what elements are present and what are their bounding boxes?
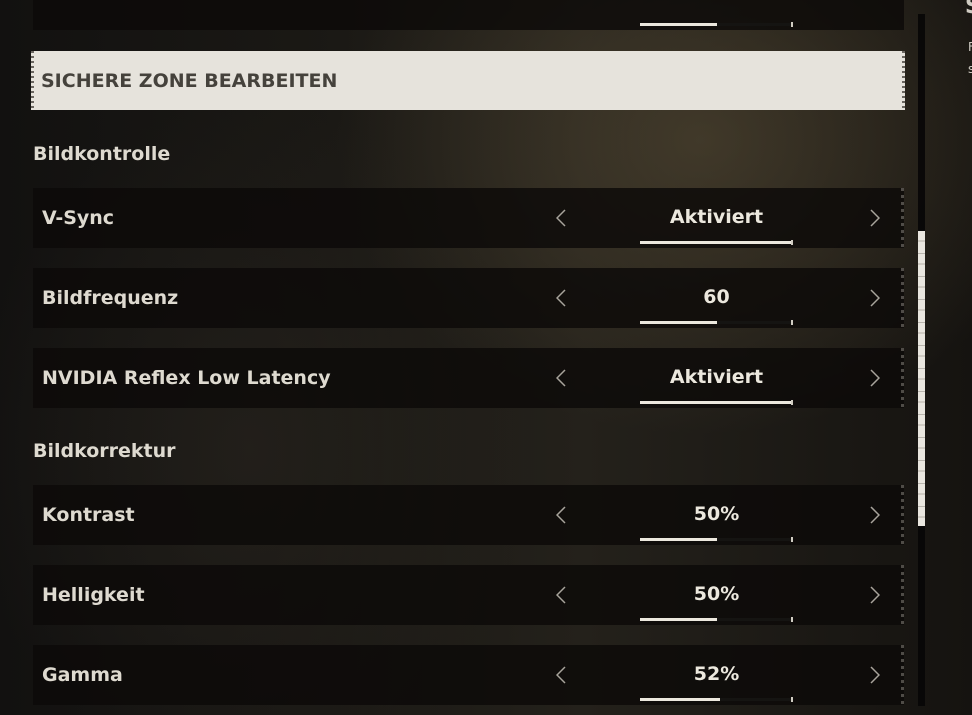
- description-title: S: [965, 0, 972, 19]
- setting-row-nvidia-reflex[interactable]: NVIDIA Reflex Low Latency Aktiviert: [33, 348, 904, 408]
- scrollbar-thumb[interactable]: [918, 231, 925, 526]
- setting-value: 60: [703, 286, 730, 308]
- value-slider-bar: [640, 22, 793, 27]
- scrollbar-track[interactable]: [918, 14, 925, 706]
- value-slider-fill: [640, 618, 717, 621]
- setting-label: Helligkeit: [42, 584, 145, 606]
- setting-label: Gamma: [42, 664, 123, 686]
- setting-label: Kontrast: [42, 504, 135, 526]
- chevron-right-icon[interactable]: [863, 348, 887, 408]
- setting-value: Aktiviert: [669, 366, 764, 388]
- chevron-left-icon[interactable]: [549, 268, 573, 328]
- value-slider-bar: [640, 537, 793, 542]
- chevron-right-icon[interactable]: [863, 565, 887, 625]
- value-slider-fill: [640, 321, 717, 324]
- setting-label: NVIDIA Reflex Low Latency: [42, 367, 331, 389]
- value-slider-fill: [640, 23, 717, 26]
- chevron-left-icon[interactable]: [549, 485, 573, 545]
- chevron-right-icon[interactable]: [863, 485, 887, 545]
- chevron-left-icon[interactable]: [549, 348, 573, 408]
- value-slider-fill: [640, 401, 793, 404]
- setting-value: 52%: [693, 663, 740, 685]
- chevron-right-icon[interactable]: [863, 268, 887, 328]
- chevron-left-icon[interactable]: [549, 645, 573, 705]
- setting-row-helligkeit[interactable]: Helligkeit 50%: [33, 565, 904, 625]
- chevron-right-icon[interactable]: [863, 188, 887, 248]
- section-header-bildkontrolle: Bildkontrolle: [33, 143, 171, 165]
- setting-row-kontrast[interactable]: Kontrast 50%: [33, 485, 904, 545]
- setting-value: 50%: [693, 503, 740, 525]
- chevron-left-icon[interactable]: [549, 188, 573, 248]
- edit-safe-zone-button[interactable]: SICHERE ZONE BEARBEITEN: [31, 51, 905, 110]
- setting-row-bildfrequenz[interactable]: Bildfrequenz 60: [33, 268, 904, 328]
- section-header-bildkorrektur: Bildkorrektur: [33, 440, 176, 462]
- setting-row-gamma[interactable]: Gamma 52%: [33, 645, 904, 705]
- chevron-right-icon[interactable]: [863, 645, 887, 705]
- value-slider-bar: [640, 400, 793, 405]
- edit-safe-zone-label: SICHERE ZONE BEARBEITEN: [41, 70, 338, 92]
- value-slider-fill: [640, 241, 793, 244]
- setting-row-v-sync[interactable]: V-Sync Aktiviert: [33, 188, 904, 248]
- value-slider-bar: [640, 697, 793, 702]
- value-slider-fill: [640, 538, 717, 541]
- value-slider-fill: [640, 698, 720, 701]
- description-text: F: [968, 40, 972, 54]
- setting-label: V-Sync: [42, 207, 115, 229]
- setting-value: Aktiviert: [669, 206, 764, 228]
- partial-setting-row[interactable]: [33, 0, 904, 30]
- value-slider-bar: [640, 617, 793, 622]
- value-slider-bar: [640, 320, 793, 325]
- setting-value: 50%: [693, 583, 740, 605]
- chevron-left-icon[interactable]: [549, 565, 573, 625]
- value-slider-bar: [640, 240, 793, 245]
- description-text: s: [968, 62, 972, 76]
- description-panel: S F s: [964, 0, 972, 715]
- setting-label: Bildfrequenz: [42, 287, 179, 309]
